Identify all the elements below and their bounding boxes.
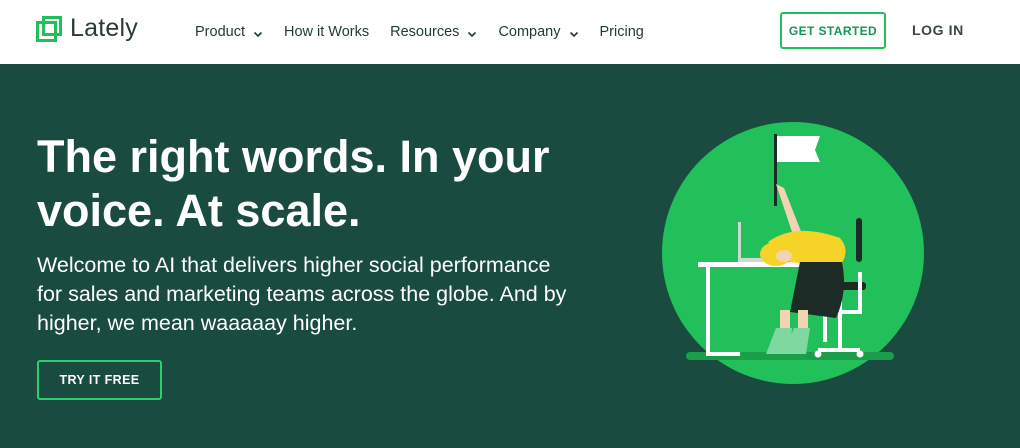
- hero-illustration: [660, 122, 926, 384]
- try-it-free-button[interactable]: TRY IT FREE: [37, 360, 162, 400]
- nav-item-label: Company: [498, 24, 561, 40]
- logo-text: Lately: [70, 14, 138, 42]
- chevron-down-icon: [253, 27, 263, 38]
- nav-item-label: Pricing: [599, 24, 644, 40]
- hero-headline: The right words. In your voice. At scale…: [37, 131, 550, 236]
- nav-item-resources[interactable]: Resources: [390, 24, 477, 40]
- lately-logo[interactable]: Lately: [36, 14, 138, 43]
- main-nav: Product How it Works Resources Company P…: [195, 0, 665, 64]
- nav-item-company[interactable]: Company: [498, 24, 578, 40]
- get-started-button[interactable]: GET STARTED: [780, 12, 886, 49]
- hero-subtext: Welcome to AI that delivers higher socia…: [37, 253, 567, 335]
- nav-item-label: Resources: [390, 24, 460, 40]
- hero-section: The right words. In your voice. At scale…: [0, 64, 1020, 448]
- nav-item-pricing[interactable]: Pricing: [600, 24, 644, 40]
- chevron-down-icon: [569, 27, 579, 38]
- nav-item-how-it-works[interactable]: How it Works: [284, 24, 369, 40]
- logo-icon: [36, 15, 62, 42]
- login-link[interactable]: LOG IN: [912, 22, 964, 38]
- nav-item-product[interactable]: Product: [195, 24, 263, 40]
- nav-item-label: Product: [195, 24, 245, 40]
- nav-item-label: How it Works: [283, 24, 370, 40]
- chevron-down-icon: [467, 27, 477, 38]
- top-navigation-bar: Lately Product How it Works Resources Co…: [0, 0, 1020, 64]
